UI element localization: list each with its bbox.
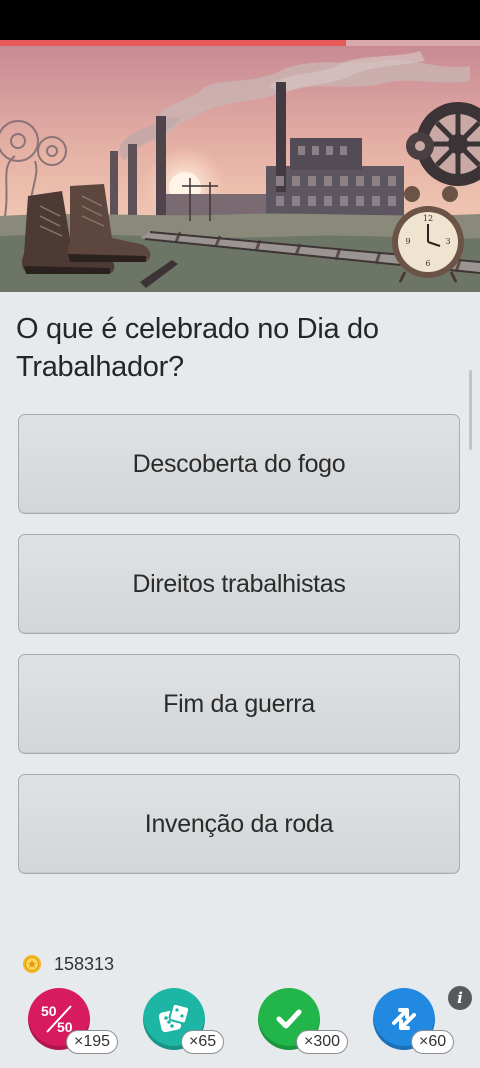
svg-text:3: 3 [445,237,450,246]
powerup-correct-answer-count: ×300 [296,1030,349,1054]
checkmark-icon [276,1009,302,1029]
powerup-fifty-fifty[interactable]: 50 50 ×195 [28,988,124,1058]
svg-text:12: 12 [423,214,433,223]
answer-option-3[interactable]: Fim da guerra [18,654,460,754]
status-bar [0,0,480,40]
swap-arrows-icon [392,1008,416,1030]
powerup-dice-count: ×65 [181,1030,225,1054]
question-text: O que é celebrado no Dia do Trabalhador? [16,313,379,383]
coin-count: 158313 [54,953,115,974]
svg-text:6: 6 [425,259,430,268]
answer-option-4[interactable]: Invenção da roda [18,774,460,874]
powerup-skip-count: ×60 [411,1030,455,1054]
powerup-skip[interactable]: ×60 [373,988,469,1058]
coin-balance: 158313 [22,952,114,976]
svg-text:9: 9 [405,237,410,246]
powerup-correct-answer[interactable]: ×300 [258,988,354,1058]
coin-icon [23,955,41,973]
question-illustration: 12 3 6 9 [0,46,480,292]
powerup-fifty-fifty-count: ×195 [66,1030,119,1054]
answer-option-1[interactable]: Descoberta do fogo [18,414,460,514]
scroll-indicator[interactable] [469,370,472,450]
powerup-dice[interactable]: ×65 [143,988,239,1058]
answer-option-2[interactable]: Direitos trabalhistas [18,534,460,634]
